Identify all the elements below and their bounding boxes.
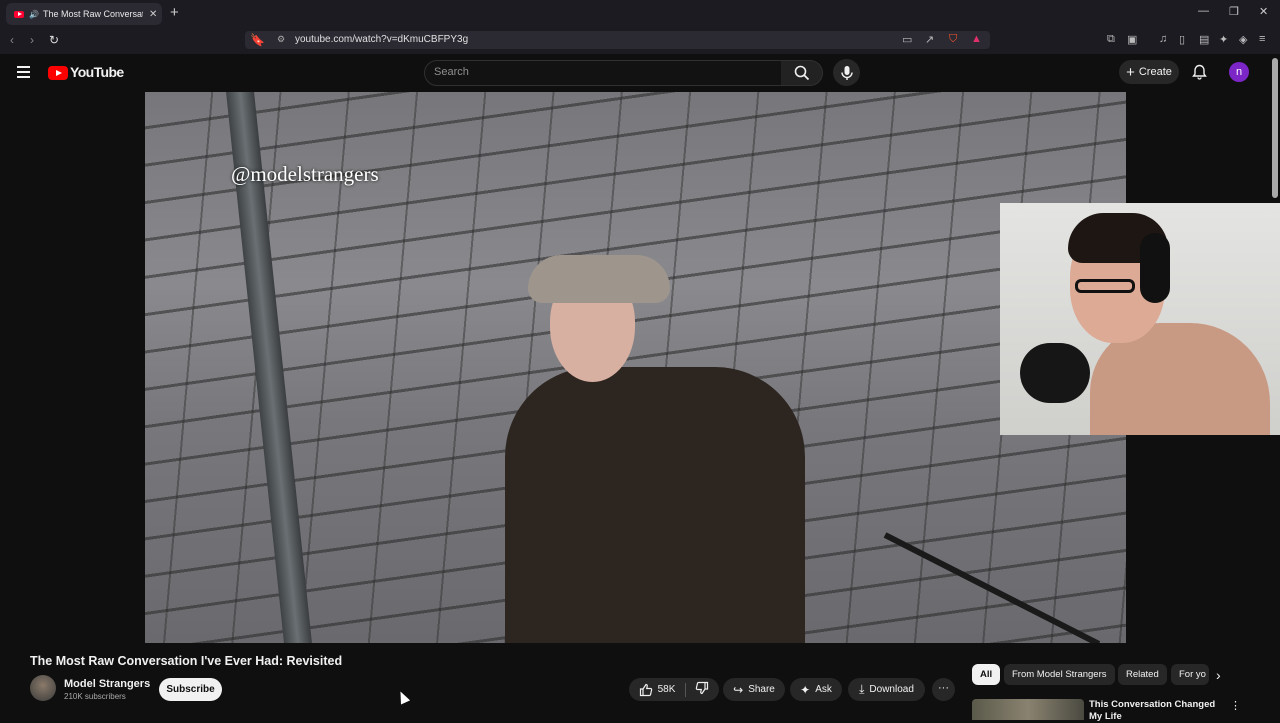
plus-icon: +	[1126, 63, 1135, 81]
like-button[interactable]: 58K	[639, 682, 687, 697]
url-text[interactable]: youtube.com/watch?v=dKmuCBFPY3g	[295, 34, 468, 45]
download-icon: ⤓	[859, 682, 865, 696]
video-handrail	[883, 532, 1101, 643]
hamburger-menu-icon[interactable]	[17, 66, 30, 81]
mouse-cursor-icon	[395, 689, 411, 705]
browser-menu-icon[interactable]: ≡	[1259, 33, 1265, 45]
video-watermark: @modelstrangers	[231, 162, 379, 186]
thumbs-down-icon	[696, 681, 709, 695]
restore-button[interactable]: ❐	[1229, 5, 1239, 18]
microphone-icon	[840, 65, 853, 80]
video-person-cap	[528, 255, 670, 303]
like-dislike-group: 58K	[629, 678, 719, 701]
sparkle-icon: ✦	[800, 682, 811, 697]
recommendation-title[interactable]: This Conversation Changed My Life	[1089, 699, 1229, 723]
download-button[interactable]: ⤓ Download	[848, 678, 925, 701]
rewards-icon[interactable]: ▲	[971, 33, 982, 45]
youtube-logo-text[interactable]: YouTube	[70, 64, 124, 80]
search-placeholder[interactable]: Search	[434, 66, 469, 78]
chip-for-you[interactable]: For yo	[1171, 664, 1209, 685]
subscribe-button[interactable]: Subscribe	[159, 678, 222, 701]
search-button[interactable]	[781, 60, 823, 86]
more-actions-button[interactable]: ···	[932, 678, 955, 701]
site-info-icon[interactable]: ⚙	[277, 34, 285, 45]
browser-tab[interactable]: 🔊 The Most Raw Conversation ✕	[6, 3, 162, 25]
ask-button[interactable]: ✦ Ask	[790, 678, 842, 701]
reload-icon[interactable]: ↻	[49, 33, 59, 47]
speaker-icon[interactable]: 🔊	[29, 10, 39, 19]
forward-icon[interactable]: ›	[30, 33, 34, 47]
channel-avatar[interactable]	[30, 675, 56, 701]
chevron-right-icon[interactable]: ›	[1216, 667, 1221, 683]
subscriber-count: 210K subscribers	[64, 692, 126, 701]
webcam-overlay	[1000, 203, 1280, 435]
share-page-icon[interactable]: ↗	[925, 33, 934, 46]
browser-tab-bar	[0, 0, 1280, 27]
like-count: 58K	[657, 684, 676, 695]
webcam-microphone	[1020, 343, 1090, 403]
chip-all[interactable]: All	[972, 664, 1001, 685]
chip-related[interactable]: Related	[1118, 664, 1167, 685]
tab-title: The Most Raw Conversation	[42, 9, 143, 19]
search-icon	[794, 65, 810, 81]
create-label: Create	[1138, 66, 1172, 78]
user-avatar[interactable]: n	[1229, 62, 1249, 82]
voice-search-button[interactable]	[833, 59, 860, 86]
back-icon[interactable]: ‹	[10, 33, 14, 47]
search-input[interactable]	[424, 60, 782, 86]
recommendation-more-icon[interactable]: ⋮	[1230, 699, 1241, 712]
cast-icon[interactable]: ▭	[902, 33, 912, 46]
minimize-button[interactable]: —	[1198, 5, 1209, 17]
new-tab-button[interactable]: +	[170, 4, 179, 21]
page-scrollbar[interactable]	[1272, 58, 1278, 198]
channel-name[interactable]: Model Strangers	[64, 678, 150, 690]
share-button[interactable]: ↪ Share	[723, 678, 785, 701]
youtube-favicon-icon	[14, 10, 24, 18]
youtube-logo-icon[interactable]	[48, 66, 68, 80]
music-icon[interactable]: ♫	[1159, 33, 1167, 45]
video-person-coat	[505, 367, 805, 643]
video-player[interactable]: @modelstrangers	[145, 92, 1126, 643]
create-button[interactable]: + Create	[1119, 60, 1179, 84]
recommendation-thumbnail[interactable]	[972, 699, 1084, 720]
bookmark-icon[interactable]: 🔖	[250, 33, 265, 47]
ask-label: Ask	[815, 684, 832, 695]
sidebar-icon[interactable]: ▯	[1179, 33, 1185, 46]
video-title: The Most Raw Conversation I've Ever Had:…	[30, 654, 343, 668]
brave-shield-icon[interactable]: ⛉	[949, 33, 957, 46]
webcam-glasses	[1075, 279, 1135, 293]
download-label: Download	[869, 684, 914, 695]
ai-assistant-icon[interactable]: ✦	[1219, 33, 1228, 46]
thumbs-up-icon	[639, 683, 652, 696]
tab-close-icon[interactable]: ✕	[149, 9, 157, 20]
wallet-icon[interactable]: ▣	[1127, 33, 1137, 46]
close-window-button[interactable]: ✕	[1259, 5, 1268, 18]
chip-from-channel[interactable]: From Model Strangers	[1004, 664, 1115, 685]
webcam-headphones	[1140, 233, 1170, 303]
notifications-bell-icon[interactable]	[1192, 64, 1207, 83]
dislike-button[interactable]	[691, 681, 709, 698]
extensions-icon[interactable]: ⧉	[1107, 33, 1115, 46]
share-label: Share	[748, 684, 775, 695]
share-icon: ↪	[733, 682, 744, 697]
crypto-wallet-icon[interactable]: ▤	[1199, 33, 1209, 46]
vpn-shield-icon[interactable]: ◈	[1239, 33, 1247, 46]
